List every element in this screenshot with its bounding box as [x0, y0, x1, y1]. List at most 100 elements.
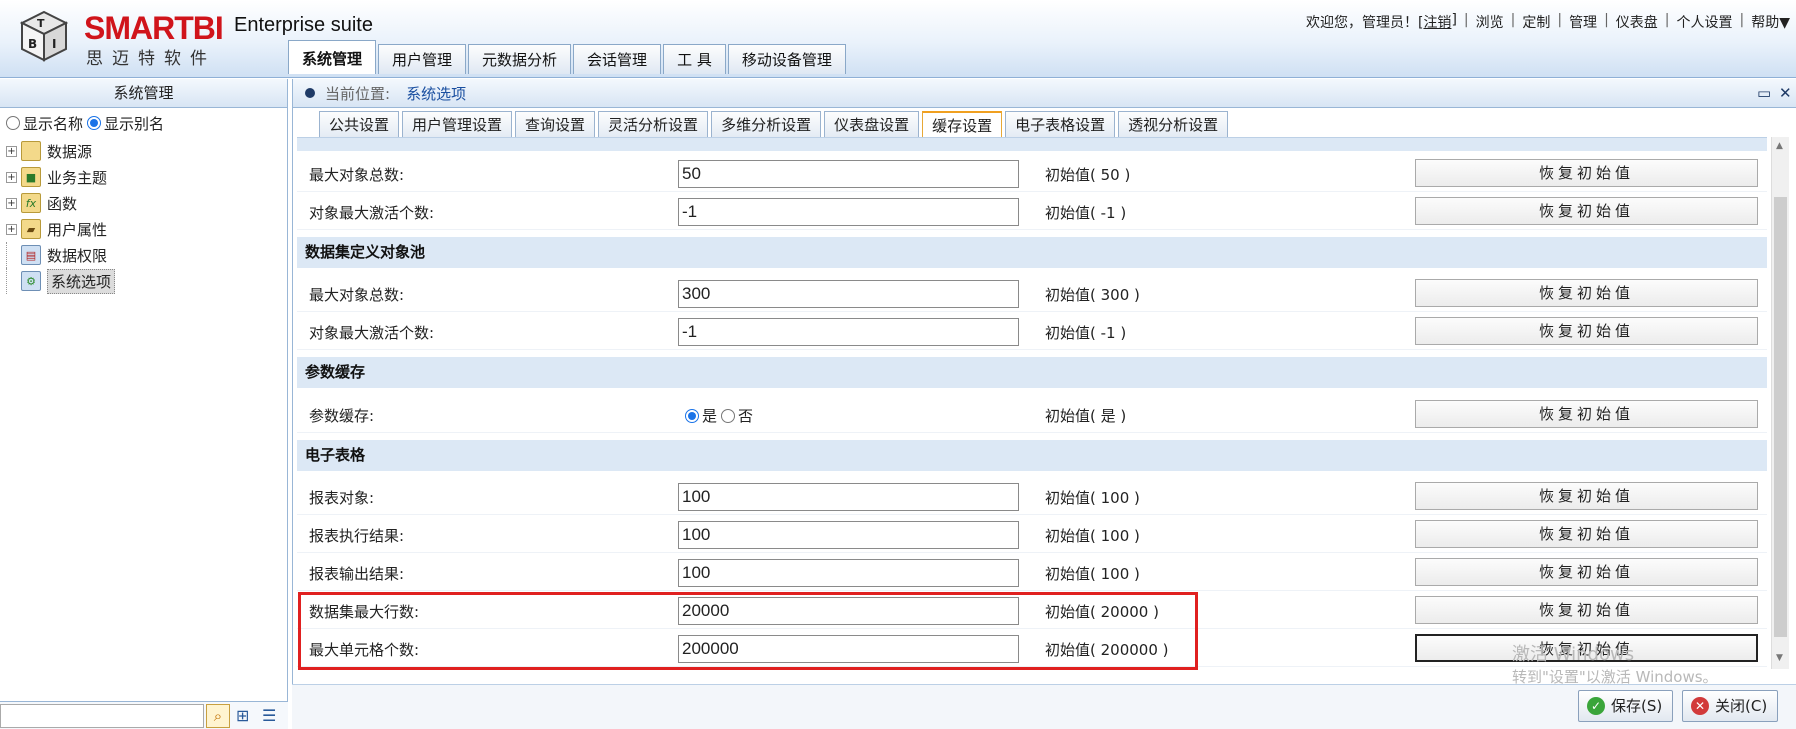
browse-link[interactable]: 浏览	[1476, 12, 1504, 32]
help-menu[interactable]: 帮助▼	[1751, 12, 1790, 32]
personal-settings-link[interactable]: 个人设置	[1677, 12, 1733, 32]
section-header-spreadsheet: 电子表格	[297, 440, 1767, 471]
tab-public-settings[interactable]: 公共设置	[319, 111, 400, 137]
radio-show-name-label: 显示名称	[23, 114, 84, 133]
tab-metadata-analysis[interactable]: 元数据分析	[468, 44, 572, 74]
param-cache-radios: 是 否	[685, 405, 753, 426]
tab-pivot-settings[interactable]: 透视分析设置	[1118, 111, 1229, 137]
scroll-up-icon[interactable]: ▲	[1776, 141, 1783, 151]
close-icon[interactable]: ✕	[1779, 84, 1792, 102]
action-bar: ✓ 保存(S) ✕ 关闭(C)	[292, 684, 1796, 729]
radio-yes-label: 是	[702, 407, 718, 425]
main-panel: 当前位置: 系统选项 ▭ ✕ 公共设置 用户管理设置 查询设置 灵活分析设置 多…	[292, 79, 1796, 729]
setting-label: 报表输出结果:	[309, 565, 405, 583]
tab-spreadsheet-settings[interactable]: 电子表格设置	[1005, 111, 1116, 137]
tab-query-settings[interactable]: 查询设置	[515, 111, 596, 137]
setting-input[interactable]: 100	[678, 559, 1019, 587]
initial-value: 初始值( 100 )	[1045, 565, 1140, 583]
scroll-down-icon[interactable]: ▼	[1776, 653, 1783, 663]
setting-input[interactable]: -1	[678, 198, 1019, 226]
setting-input[interactable]: 200000	[678, 635, 1019, 663]
tab-session-admin[interactable]: 会话管理	[573, 44, 662, 74]
tab-mobile-admin[interactable]: 移动设备管理	[727, 44, 846, 74]
section-header-param-cache: 参数缓存	[297, 357, 1767, 388]
reset-button[interactable]: 恢复初始值	[1415, 197, 1758, 225]
brand-cn: 思迈特软件	[86, 49, 216, 69]
tab-tools[interactable]: 工 具	[663, 44, 726, 74]
reset-button[interactable]: 恢复初始值	[1415, 520, 1758, 548]
tree-view-icon[interactable]: ⊞	[236, 706, 249, 725]
reset-button[interactable]: 恢复初始值	[1415, 317, 1758, 345]
check-icon: ✓	[1587, 697, 1605, 715]
reset-button[interactable]: 恢复初始值	[1415, 596, 1758, 624]
scroll-thumb[interactable]	[1774, 197, 1787, 637]
reset-button[interactable]: 恢复初始值	[1415, 159, 1758, 187]
radio-yes[interactable]	[685, 408, 699, 423]
tree-item-datasource[interactable]: + 数据源	[6, 138, 287, 164]
setting-input[interactable]: 50	[678, 160, 1019, 188]
setting-input[interactable]: 20000	[678, 597, 1019, 625]
data-permission-icon: ▤	[21, 245, 41, 265]
radio-show-name[interactable]	[6, 116, 20, 130]
close-button[interactable]: ✕ 关闭(C)	[1682, 690, 1779, 722]
radio-no[interactable]	[721, 408, 736, 423]
tab-user-mgmt-settings[interactable]: 用户管理设置	[402, 111, 513, 137]
logout-link[interactable]: 注销	[1423, 12, 1451, 32]
expand-icon[interactable]: +	[6, 145, 17, 157]
setting-input[interactable]: -1	[678, 318, 1019, 346]
setting-input[interactable]: 300	[678, 280, 1019, 308]
tree-item-data-permission[interactable]: ▤ 数据权限	[6, 242, 287, 268]
expand-icon[interactable]: +	[6, 197, 17, 209]
manage-link[interactable]: 管理	[1569, 12, 1597, 32]
tree-search-input[interactable]	[0, 704, 204, 728]
tab-flex-analysis-settings[interactable]: 灵活分析设置	[598, 111, 709, 137]
setting-input[interactable]: 100	[678, 483, 1019, 511]
radio-show-alias[interactable]	[87, 116, 102, 130]
setting-row: 参数缓存: 是 否 初始值( 是 ) 恢复初始值	[297, 395, 1767, 433]
breadcrumb-label: 当前位置:	[325, 84, 391, 103]
maximize-icon[interactable]: ▭	[1757, 84, 1771, 102]
windows-activation-watermark: 激活 Windows 转到"设置"以激活 Windows。	[1512, 644, 1718, 686]
vertical-scrollbar[interactable]: ▲ ▼	[1771, 137, 1789, 669]
reset-button[interactable]: 恢复初始值	[1415, 482, 1758, 510]
setting-label: 对象最大激活个数:	[309, 324, 435, 342]
initial-value: 初始值( 100 )	[1045, 527, 1140, 545]
tree-item-function[interactable]: + fx 函数	[6, 190, 287, 216]
welcome-end: ]	[1451, 12, 1457, 28]
initial-value: 初始值( 是 )	[1045, 407, 1127, 425]
tab-cache-settings[interactable]: 缓存设置	[922, 111, 1003, 137]
reset-button[interactable]: 恢复初始值	[1415, 400, 1758, 428]
display-mode-radios: 显示名称 显示别名	[0, 108, 287, 138]
tab-dashboard-settings[interactable]: 仪表盘设置	[824, 111, 920, 137]
section-header-partial	[297, 138, 1767, 151]
expand-icon[interactable]: +	[6, 171, 17, 183]
initial-value: 初始值( 50 )	[1045, 166, 1131, 184]
reset-button[interactable]: 恢复初始值	[1415, 279, 1758, 307]
setting-label: 最大单元格个数:	[309, 641, 420, 659]
tab-system-admin[interactable]: 系统管理	[288, 40, 377, 74]
search-icon[interactable]: ⌕	[206, 704, 230, 728]
setting-input[interactable]: 100	[678, 521, 1019, 549]
customize-link[interactable]: 定制	[1522, 12, 1550, 32]
initial-value: 初始值( 20000 )	[1045, 603, 1159, 621]
initial-value: 初始值( 100 )	[1045, 489, 1140, 507]
tree-item-user-attribute[interactable]: + ▰ 用户属性	[6, 216, 287, 242]
reset-button[interactable]: 恢复初始值	[1415, 558, 1758, 586]
tab-user-admin[interactable]: 用户管理	[378, 44, 467, 74]
main-tabs: 系统管理 用户管理 元数据分析 会话管理 工 具 移动设备管理	[288, 40, 848, 74]
brand-name: SMARTBI	[84, 10, 224, 46]
left-panel: 系统管理 显示名称 显示别名 + 数据源 + ■ 业务主题 + fx 函数 + …	[0, 79, 288, 729]
list-view-icon[interactable]: ☰	[262, 706, 276, 725]
svg-text:I: I	[52, 37, 56, 51]
tree-item-business-theme[interactable]: + ■ 业务主题	[6, 164, 287, 190]
breadcrumb-current[interactable]: 系统选项	[406, 83, 466, 104]
expand-icon[interactable]: +	[6, 223, 17, 235]
tab-olap-settings[interactable]: 多维分析设置	[711, 111, 822, 137]
tree-item-system-options[interactable]: ⚙ 系统选项	[6, 268, 287, 294]
welcome-text: 欢迎您，管理员！[	[1305, 15, 1424, 31]
breadcrumb: 当前位置: 系统选项 ▭ ✕	[293, 79, 1796, 108]
dashboard-link[interactable]: 仪表盘	[1616, 12, 1658, 32]
close-circle-icon: ✕	[1691, 697, 1709, 715]
setting-row: 对象最大激活个数: -1 初始值( -1 ) 恢复初始值	[297, 192, 1767, 230]
save-button[interactable]: ✓ 保存(S)	[1578, 690, 1674, 722]
